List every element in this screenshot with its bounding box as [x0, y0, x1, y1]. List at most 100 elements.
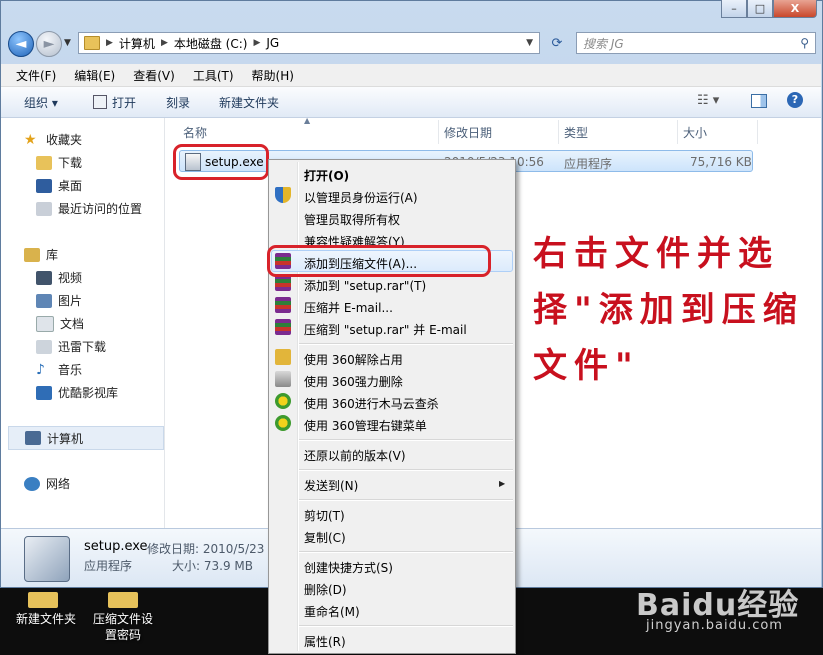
refresh-button[interactable]: ⟳ — [543, 32, 571, 54]
organize-button[interactable]: 组织 ▾ — [24, 94, 58, 111]
baidu-watermark-url: jingyan.baidu.com — [646, 618, 783, 633]
menu-item-copy[interactable]: 复制(C) — [304, 529, 346, 546]
unlock-icon — [275, 349, 291, 365]
pane-splitter[interactable] — [164, 118, 165, 528]
menu-view[interactable]: 查看(V) — [133, 67, 175, 84]
menu-help[interactable]: 帮助(H) — [252, 67, 294, 84]
folder-icon — [84, 36, 100, 50]
menu-tools[interactable]: 工具(T) — [193, 67, 234, 84]
sidebar-network[interactable]: 网络 — [24, 475, 70, 492]
view-options-icon[interactable]: ☷ ▾ — [697, 93, 719, 108]
menu-item-compress-email[interactable]: 压缩并 E-mail... — [304, 299, 393, 316]
menu-item-open[interactable]: 打开(O) — [304, 167, 349, 184]
menu-item-add-to-setup-rar[interactable]: 添加到 "setup.rar"(T) — [304, 277, 426, 294]
search-icon[interactable]: ⚲ — [800, 36, 809, 50]
menu-separator — [299, 439, 513, 441]
menu-item-360-trojan-scan[interactable]: 使用 360进行木马云查杀 — [304, 395, 439, 412]
sidebar-computer[interactable]: 计算机 — [8, 426, 164, 450]
sort-arrow-icon: ▲ — [304, 116, 311, 125]
column-divider[interactable] — [757, 120, 758, 144]
menu-item-take-ownership[interactable]: 管理员取得所有权 — [304, 211, 400, 228]
close-button[interactable]: X — [773, 0, 817, 18]
maximize-button[interactable]: □ — [747, 0, 773, 18]
burn-button[interactable]: 刻录 — [166, 94, 190, 111]
sidebar-item-videos[interactable]: 视频 — [36, 269, 82, 286]
shredder-icon — [275, 371, 291, 387]
sidebar-item-pictures[interactable]: 图片 — [36, 292, 82, 309]
address-bar[interactable]: ▶ 计算机 ▶ 本地磁盘 (C:) ▶ JG ▼ — [78, 32, 540, 54]
sidebar-favorites[interactable]: ★ 收藏夹 — [24, 131, 82, 148]
back-button[interactable]: ◄ — [8, 31, 34, 57]
recent-pages-dropdown[interactable]: ▼ — [64, 38, 71, 48]
sidebar-item-documents[interactable]: 文档 — [36, 315, 84, 332]
help-icon[interactable]: ? — [787, 92, 803, 108]
breadcrumb-computer[interactable]: 计算机 — [119, 35, 155, 52]
breadcrumb-local-disk[interactable]: 本地磁盘 (C:) — [174, 35, 248, 52]
menu-item-restore-versions[interactable]: 还原以前的版本(V) — [304, 447, 406, 464]
context-menu: 打开(O) 以管理员身份运行(A) 管理员取得所有权 兼容性疑难解答(Y) 添加… — [268, 159, 516, 654]
sidebar-label: 收藏夹 — [46, 133, 83, 147]
open-button[interactable]: 打开 — [112, 94, 136, 111]
menu-item-360-force-delete[interactable]: 使用 360强力删除 — [304, 373, 403, 390]
menu-item-compress-to-rar-email[interactable]: 压缩到 "setup.rar" 并 E-mail — [304, 321, 467, 338]
sidebar-label: 迅雷下载 — [58, 340, 107, 354]
desktop-icon-compress-label-2[interactable]: 置密码 — [86, 626, 160, 643]
column-divider[interactable] — [558, 120, 559, 144]
sidebar-label: 最近访问的位置 — [58, 202, 143, 216]
menu-separator — [299, 625, 513, 627]
menu-item-delete[interactable]: 删除(D) — [304, 581, 347, 598]
installer-icon — [24, 536, 70, 582]
menu-item-360-unlock[interactable]: 使用 360解除占用 — [304, 351, 403, 368]
menu-edit[interactable]: 编辑(E) — [74, 67, 115, 84]
desktop-folder-icon[interactable] — [108, 592, 138, 608]
360-icon — [275, 415, 291, 431]
forward-button[interactable]: ► — [36, 31, 62, 57]
preview-pane-icon[interactable] — [751, 94, 767, 108]
computer-icon — [25, 431, 41, 445]
breadcrumb-jg[interactable]: JG — [266, 36, 279, 50]
menu-item-cut[interactable]: 剪切(T) — [304, 507, 345, 524]
desktop-icon-new-folder[interactable]: 新建文件夹 — [11, 610, 81, 627]
refresh-icon: ⟳ — [551, 35, 563, 51]
new-folder-button[interactable]: 新建文件夹 — [219, 94, 279, 111]
sidebar-item-xunlei[interactable]: 迅雷下载 — [36, 338, 106, 355]
sidebar-item-music[interactable]: ♪ 音乐 — [36, 361, 82, 378]
menu-item-send-to[interactable]: 发送到(N) — [304, 477, 358, 494]
minimize-button[interactable]: – — [721, 0, 747, 18]
menu-item-360-manage-menu[interactable]: 使用 360管理右键菜单 — [304, 417, 427, 434]
column-header-size[interactable]: 大小 — [683, 124, 707, 141]
library-icon — [24, 247, 40, 262]
desktop-icon-compress-label[interactable]: 压缩文件设 — [86, 610, 160, 627]
music-icon: ♪ — [36, 361, 45, 378]
sidebar-item-youku[interactable]: 优酷影视库 — [36, 384, 118, 401]
360-icon — [275, 393, 291, 409]
column-divider[interactable] — [438, 120, 439, 144]
breadcrumb-separator[interactable]: ▶ — [253, 38, 260, 48]
breadcrumb-separator[interactable]: ▶ — [106, 38, 113, 48]
desktop-folder-icon[interactable] — [28, 592, 58, 608]
menu-file[interactable]: 文件(F) — [16, 67, 56, 84]
sidebar-libraries[interactable]: 库 — [24, 246, 58, 263]
menu-item-run-as-admin[interactable]: 以管理员身份运行(A) — [304, 189, 418, 206]
navigation-pane: ★ 收藏夹 下载 桌面 最近访问的位置 库 视频 图片 文档 迅雷下载 ♪ 音乐 优… — [6, 118, 164, 528]
menu-separator — [299, 469, 513, 471]
column-header-type[interactable]: 类型 — [564, 124, 588, 141]
menu-item-properties[interactable]: 属性(R) — [304, 633, 346, 650]
sidebar-item-recent[interactable]: 最近访问的位置 — [36, 200, 142, 217]
details-modified-date: 修改日期: 2010/5/23 1 — [147, 542, 276, 556]
menu-separator — [299, 343, 513, 345]
breadcrumb-separator[interactable]: ▶ — [161, 38, 168, 48]
address-dropdown-icon[interactable]: ▼ — [526, 38, 533, 48]
column-header-date[interactable]: 修改日期 — [444, 124, 492, 141]
sidebar-item-downloads[interactable]: 下载 — [36, 154, 82, 171]
column-header-name[interactable]: 名称 — [183, 124, 207, 141]
highlight-menu-box — [267, 245, 491, 277]
search-input[interactable]: 搜索 JG ⚲ — [576, 32, 816, 54]
video-icon — [36, 270, 52, 285]
sidebar-item-desktop[interactable]: 桌面 — [36, 177, 82, 194]
details-file-size: 大小: 73.9 MB — [172, 559, 253, 573]
menu-bar: 文件(F) 编辑(E) 查看(V) 工具(T) 帮助(H) — [1, 64, 821, 87]
column-divider[interactable] — [677, 120, 678, 144]
menu-item-rename[interactable]: 重命名(M) — [304, 603, 360, 620]
menu-item-create-shortcut[interactable]: 创建快捷方式(S) — [304, 559, 393, 576]
